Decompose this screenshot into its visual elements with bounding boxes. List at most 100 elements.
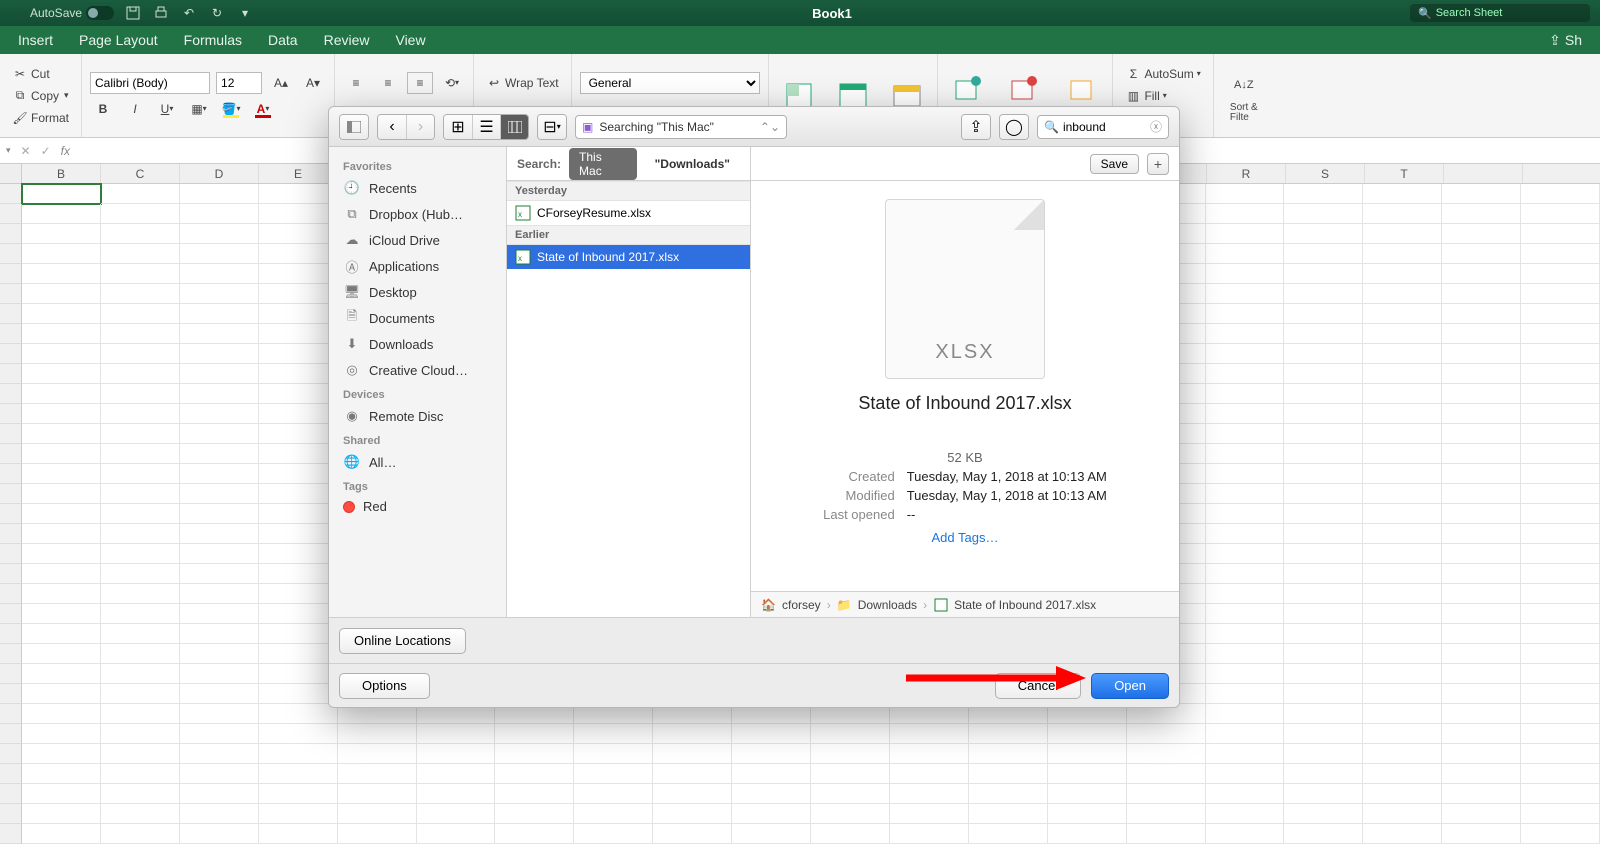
dialog-search-input[interactable]: 🔍 inbound ⓧ <box>1037 115 1169 139</box>
sidebar-item-desktop[interactable]: 🖥Desktop <box>329 279 506 305</box>
cancel-icon[interactable]: ✕ <box>21 144 31 158</box>
share-icon[interactable]: ⇪ <box>962 115 990 139</box>
tab-insert[interactable]: Insert <box>18 32 53 48</box>
bold-button[interactable]: B <box>90 98 116 120</box>
toggle-sidebar-icon[interactable] <box>340 115 368 139</box>
file-item-selected[interactable]: x State of Inbound 2017.xlsx <box>507 245 750 269</box>
chevron-updown-icon: ⌃⌄ <box>760 120 780 134</box>
border-button[interactable]: ▦▾ <box>186 98 212 120</box>
toggle-icon <box>86 6 114 20</box>
svg-text:x: x <box>518 210 522 219</box>
search-sheet-input[interactable]: 🔍 Search Sheet <box>1410 4 1590 22</box>
save-search-button[interactable]: Save <box>1090 154 1139 174</box>
back-button[interactable]: ‹ <box>378 115 406 139</box>
file-thumbnail: XLSX <box>885 199 1045 379</box>
tab-page-layout[interactable]: Page Layout <box>79 32 158 48</box>
sidebar-item-tag-red[interactable]: Red <box>329 495 506 518</box>
col-header[interactable] <box>1444 164 1523 183</box>
arrange-icon[interactable]: ⊟▾ <box>538 115 566 139</box>
undo-icon[interactable]: ↶ <box>180 4 198 22</box>
breadcrumb-seg[interactable]: Downloads <box>858 598 917 612</box>
customize-qat-icon[interactable]: ▾ <box>236 4 254 22</box>
col-header[interactable]: D <box>180 164 259 183</box>
autosave-toggle[interactable]: AutoSave OFF <box>30 6 114 20</box>
orientation-icon[interactable]: ⟲▾ <box>439 72 465 94</box>
italic-button[interactable]: I <box>122 98 148 120</box>
cancel-button[interactable]: Cancel <box>995 673 1081 699</box>
tab-formulas[interactable]: Formulas <box>184 32 242 48</box>
sidebar-item-icloud[interactable]: ☁iCloud Drive <box>329 227 506 253</box>
modified-value: Tuesday, May 1, 2018 at 10:13 AM <box>907 488 1107 503</box>
save-icon[interactable] <box>124 4 142 22</box>
underline-button[interactable]: U▾ <box>154 98 180 120</box>
col-header[interactable]: S <box>1286 164 1365 183</box>
tab-data[interactable]: Data <box>268 32 298 48</box>
print-icon[interactable] <box>152 4 170 22</box>
breadcrumb: 🏠 cforsey › 📁 Downloads › State of Inbou… <box>751 591 1179 617</box>
ribbon-tabs: Insert Page Layout Formulas Data Review … <box>0 26 1600 54</box>
xlsx-icon <box>933 597 948 612</box>
clear-search-icon[interactable]: ⓧ <box>1150 118 1162 135</box>
fill-button[interactable]: ▥Fill▾ <box>1121 87 1204 105</box>
col-header[interactable]: E <box>259 164 338 183</box>
align-middle-icon[interactable]: ≡ <box>375 72 401 94</box>
sidebar-item-recents[interactable]: 🕘Recents <box>329 175 506 201</box>
sidebar-item-creative-cloud[interactable]: ◎Creative Cloud… <box>329 357 506 383</box>
align-top-icon[interactable]: ≡ <box>343 72 369 94</box>
tab-review[interactable]: Review <box>324 32 370 48</box>
location-combo[interactable]: ▣ Searching "This Mac" ⌃⌄ <box>575 115 787 139</box>
options-button[interactable]: Options <box>339 673 430 699</box>
copy-button[interactable]: ⧉Copy▾ <box>8 87 73 105</box>
name-box-dropdown[interactable]: ▾ <box>6 145 11 156</box>
fx-label[interactable]: fx <box>61 144 70 158</box>
breadcrumb-seg[interactable]: cforsey <box>782 598 821 612</box>
sidebar-item-downloads[interactable]: ⬇Downloads <box>329 331 506 357</box>
created-label: Created <box>823 469 895 484</box>
align-bottom-icon[interactable]: ≡ <box>407 72 433 94</box>
share-button[interactable]: ⇪ Sh <box>1549 32 1582 49</box>
increase-font-icon[interactable]: A▴ <box>268 72 294 94</box>
breadcrumb-seg[interactable]: State of Inbound 2017.xlsx <box>954 598 1096 612</box>
font-name-combo[interactable] <box>90 72 210 94</box>
col-header[interactable]: R <box>1207 164 1286 183</box>
col-header[interactable]: C <box>101 164 180 183</box>
sidebar-item-all[interactable]: 🌐All… <box>329 449 506 475</box>
folder-icon: 📁 <box>837 597 852 612</box>
sidebar-item-documents[interactable]: 🗎Documents <box>329 305 506 331</box>
open-file-dialog: ‹ › ⊞ ☰ ⊟▾ ▣ Searching "This Mac" ⌃⌄ ⇪ ◯… <box>328 106 1180 708</box>
font-size-combo[interactable] <box>216 72 262 94</box>
sidebar-item-remote-disc[interactable]: ◉Remote Disc <box>329 403 506 429</box>
sort-filter-button[interactable]: A↓ZSort & Filte <box>1222 67 1266 125</box>
sidebar-item-dropbox[interactable]: ⧉Dropbox (Hub… <box>329 201 506 227</box>
add-criteria-button[interactable]: + <box>1147 153 1169 175</box>
dialog-footer-1: Online Locations <box>329 617 1179 663</box>
file-item[interactable]: x CForseyResume.xlsx <box>507 201 750 225</box>
cloud-icon: ☁ <box>343 231 361 249</box>
wrap-text-button[interactable]: ↩Wrap Text <box>482 74 563 92</box>
autosum-button[interactable]: ΣAutoSum▾ <box>1121 65 1204 83</box>
col-header[interactable]: T <box>1365 164 1444 183</box>
forward-button[interactable]: › <box>406 115 434 139</box>
enter-icon[interactable]: ✓ <box>41 144 51 158</box>
select-all-corner[interactable] <box>0 164 22 183</box>
number-format-combo[interactable]: General <box>580 72 760 94</box>
tags-icon[interactable]: ◯ <box>1000 115 1028 139</box>
online-locations-button[interactable]: Online Locations <box>339 628 466 654</box>
format-painter-button[interactable]: 🖌Format <box>8 109 73 127</box>
add-tags-link[interactable]: Add Tags… <box>823 530 1107 545</box>
icon-view-icon[interactable]: ⊞ <box>444 115 472 139</box>
list-view-icon[interactable]: ☰ <box>472 115 500 139</box>
font-color-button[interactable]: A▾ <box>250 98 276 120</box>
cut-button[interactable]: ✂Cut <box>8 65 73 83</box>
sidebar-item-applications[interactable]: ⒶApplications <box>329 253 506 279</box>
scope-this-mac[interactable]: This Mac <box>569 148 637 180</box>
decrease-font-icon[interactable]: A▾ <box>300 72 326 94</box>
tab-view[interactable]: View <box>395 32 425 48</box>
open-button[interactable]: Open <box>1091 673 1169 699</box>
copy-icon: ⧉ <box>12 88 28 104</box>
fill-color-button[interactable]: 🪣▾ <box>218 98 244 120</box>
scope-downloads[interactable]: "Downloads" <box>645 155 740 173</box>
redo-icon[interactable]: ↻ <box>208 4 226 22</box>
column-view-icon[interactable] <box>500 115 528 139</box>
col-header[interactable]: B <box>22 164 101 183</box>
